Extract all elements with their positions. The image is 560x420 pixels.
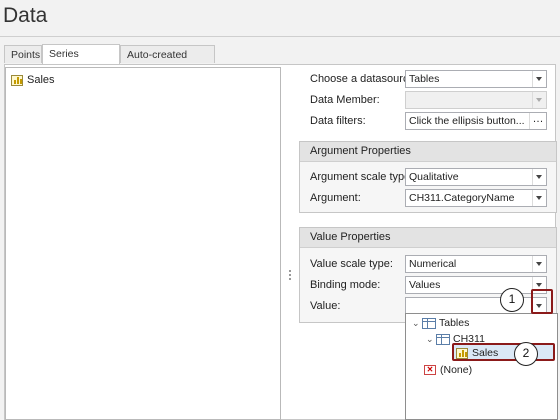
datasource-value: Tables — [409, 73, 440, 85]
series-item-label: Sales — [27, 74, 55, 86]
tab-points[interactable]: Points — [4, 45, 42, 63]
value-scale-select[interactable]: Numerical — [405, 255, 547, 273]
splitter-grip[interactable] — [289, 270, 292, 282]
table-icon — [436, 333, 450, 345]
chevron-down-icon[interactable] — [532, 71, 546, 87]
group-title: Argument Properties — [300, 142, 556, 162]
tree-node-label: Sales — [472, 347, 499, 359]
value-scale-label: Value scale type: — [310, 258, 393, 270]
chevron-down-icon[interactable]: ⌄ — [412, 318, 422, 329]
close-icon: ✕ — [424, 365, 436, 375]
datasource-select[interactable]: Tables — [405, 70, 547, 88]
group-title: Value Properties — [300, 228, 556, 248]
argument-scale-select[interactable]: Qualitative — [405, 168, 547, 186]
binding-mode-label: Binding mode: — [310, 279, 381, 291]
binding-mode-select[interactable]: Values — [405, 276, 547, 294]
series-list: Sales — [5, 67, 281, 420]
table-icon — [422, 317, 436, 329]
chevron-down-icon[interactable] — [532, 190, 546, 206]
tree-node-label: Tables — [439, 317, 470, 329]
chevron-down-icon[interactable] — [532, 169, 546, 185]
bar-chart-icon — [11, 74, 23, 86]
bar-chart-icon — [456, 347, 468, 359]
title-divider — [0, 36, 560, 37]
tree-node-tables[interactable]: ⌄ Tables — [412, 316, 469, 330]
tab-series-binding[interactable]: Series Binding — [42, 44, 120, 78]
tree-node-none[interactable]: ✕ (None) — [424, 363, 472, 377]
data-member-select — [405, 91, 547, 109]
data-filters-value: Click the ellipsis button... — [409, 115, 525, 127]
chevron-down-icon — [532, 92, 546, 108]
datasource-label: Choose a datasource: — [310, 73, 418, 85]
tab-auto-created-series[interactable]: Auto-created Series — [120, 45, 215, 79]
dropdown-button-highlight — [531, 289, 553, 314]
value-scale-value: Numerical — [409, 258, 457, 270]
argument-label: Argument: — [310, 192, 361, 204]
callout-badge: 2 — [514, 342, 538, 366]
page-title: Data — [3, 4, 48, 27]
chevron-down-icon[interactable] — [532, 256, 546, 272]
argument-value: CH311.CategoryName — [409, 192, 515, 204]
ellipsis-button[interactable]: … — [529, 113, 546, 129]
list-item[interactable]: Sales — [11, 73, 55, 87]
data-filters-field[interactable]: Click the ellipsis button... … — [405, 112, 547, 130]
binding-mode-value: Values — [409, 279, 441, 291]
value-label: Value: — [310, 300, 341, 312]
argument-select[interactable]: CH311.CategoryName — [405, 189, 547, 207]
argument-scale-value: Qualitative — [409, 171, 459, 183]
argument-scale-label: Argument scale type: — [310, 171, 414, 183]
chevron-down-icon[interactable]: ⌄ — [426, 334, 436, 345]
tree-node-label: (None) — [440, 364, 473, 376]
data-filters-label: Data filters: — [310, 115, 366, 127]
tree-node-sales[interactable]: Sales — [456, 346, 498, 360]
callout-badge: 1 — [500, 288, 524, 312]
data-member-label: Data Member: — [310, 94, 380, 106]
